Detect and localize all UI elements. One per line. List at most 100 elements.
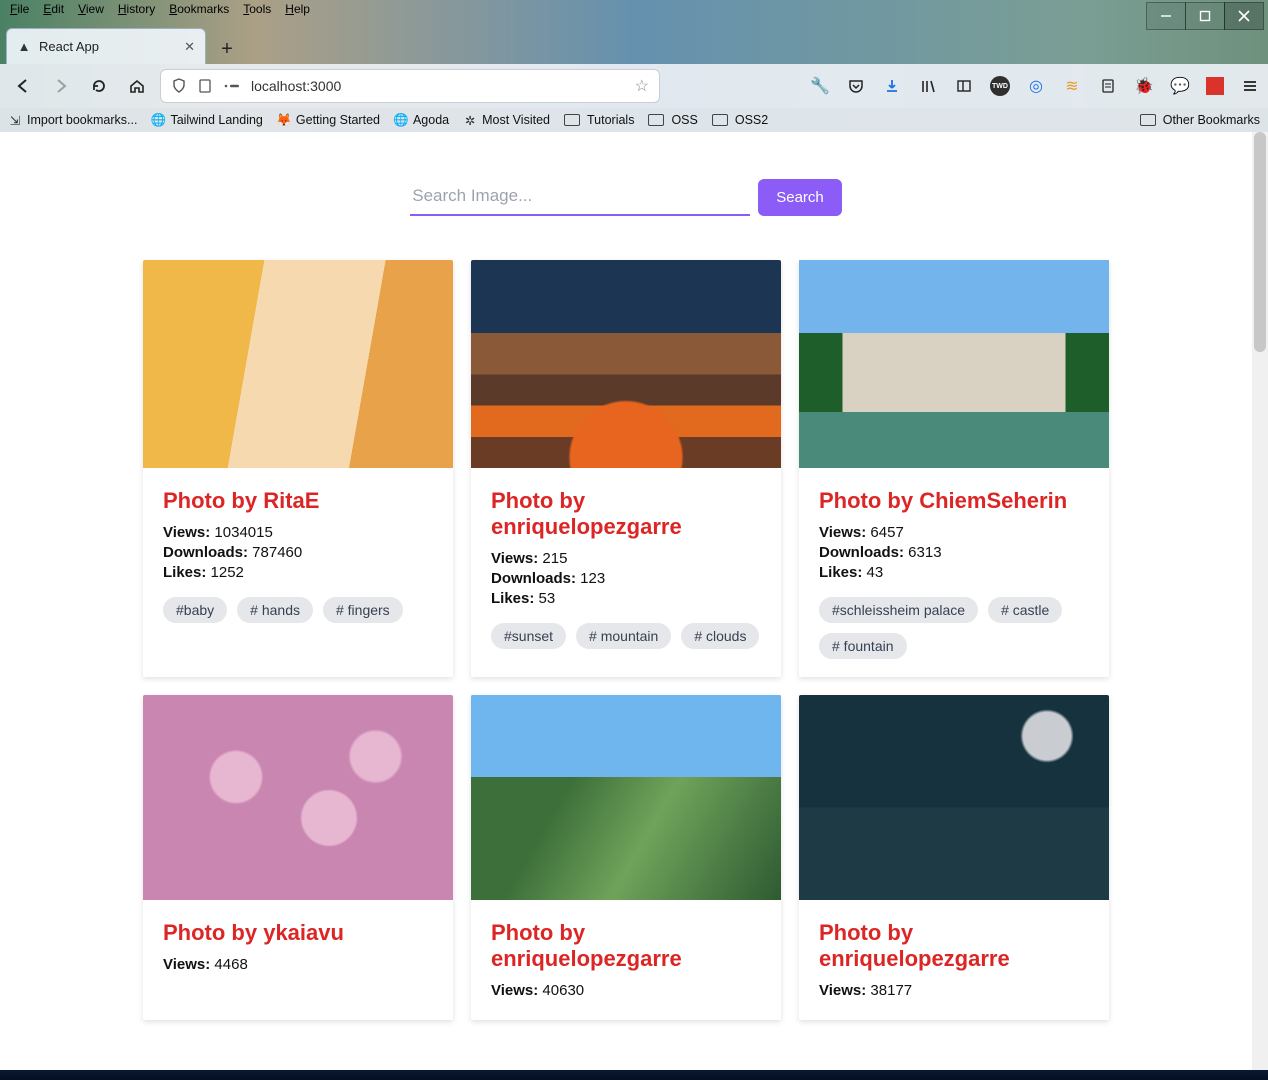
card-title[interactable]: Photo by RitaE — [163, 488, 433, 514]
library-icon[interactable] — [918, 76, 938, 96]
bm-folder-oss[interactable]: OSS — [648, 113, 697, 127]
card-thumbnail[interactable] — [471, 260, 781, 468]
toolbar-right: 🔧 TWD ◎ ≋ 🐞 💬 — [810, 76, 1260, 96]
search-bar: Search — [0, 178, 1252, 216]
tab-strip: ▲ React App ✕ + — [0, 18, 1268, 64]
card-downloads: Downloads: 123 — [491, 570, 761, 587]
reload-icon — [90, 77, 108, 95]
tag[interactable]: #schleissheim palace — [819, 597, 978, 623]
tab-title: React App — [39, 39, 99, 54]
menu-history[interactable]: History — [112, 1, 161, 17]
search-input[interactable] — [410, 178, 750, 216]
tag[interactable]: # hands — [237, 597, 313, 623]
card-thumbnail[interactable] — [143, 260, 453, 468]
bm-folder-oss2[interactable]: OSS2 — [712, 113, 768, 127]
card-title[interactable]: Photo by enriquelopezgarre — [491, 488, 761, 540]
card-title[interactable]: Photo by enriquelopezgarre — [819, 920, 1089, 972]
window-close-button[interactable] — [1224, 2, 1264, 30]
bm-label: Tutorials — [587, 113, 634, 127]
back-button[interactable] — [8, 71, 38, 101]
menu-bookmarks[interactable]: Bookmarks — [163, 1, 235, 17]
sidebar-icon[interactable] — [954, 76, 974, 96]
card-views: Views: 6457 — [819, 524, 1089, 541]
scrollbar-thumb[interactable] — [1254, 132, 1266, 352]
os-taskbar — [0, 1070, 1268, 1080]
card-downloads: Downloads: 787460 — [163, 544, 433, 561]
card-body: Photo by enriquelopezgarreViews: 38177 — [799, 900, 1109, 1020]
card-body: Photo by enriquelopezgarreViews: 40630 — [471, 900, 781, 1020]
address-bar[interactable]: localhost:3000 ☆ — [160, 69, 660, 103]
tag[interactable]: # fountain — [819, 633, 907, 659]
download-icon[interactable] — [882, 76, 902, 96]
window-controls — [1147, 2, 1264, 30]
tab-close-button[interactable]: ✕ — [184, 39, 195, 55]
card-thumbnail[interactable] — [471, 695, 781, 900]
tag[interactable]: # fingers — [323, 597, 403, 623]
tag[interactable]: #sunset — [491, 623, 566, 649]
hamburger-menu-button[interactable] — [1240, 76, 1260, 96]
import-icon: ⇲ — [8, 113, 22, 127]
notes-extension-icon[interactable] — [1098, 76, 1118, 96]
globe-icon: 🌐 — [151, 113, 165, 127]
arrow-left-icon — [14, 77, 32, 95]
tag[interactable]: # mountain — [576, 623, 671, 649]
image-grid: Photo by RitaEViews: 1034015Downloads: 7… — [0, 260, 1252, 1020]
menu-file[interactable]: File — [4, 1, 35, 17]
bm-most-visited[interactable]: ✲Most Visited — [463, 113, 550, 127]
card-thumbnail[interactable] — [799, 260, 1109, 468]
pocket-icon[interactable] — [846, 76, 866, 96]
bm-import[interactable]: ⇲ Import bookmarks... — [8, 113, 137, 127]
permissions-icon — [223, 79, 241, 93]
home-icon — [128, 77, 146, 95]
bm-label: Agoda — [413, 113, 449, 127]
page-scrollbar[interactable] — [1252, 132, 1268, 1080]
bm-other-bookmarks[interactable]: Other Bookmarks — [1140, 113, 1260, 127]
menu-edit[interactable]: Edit — [37, 1, 70, 17]
search-button[interactable]: Search — [758, 179, 842, 216]
close-icon — [1238, 10, 1250, 22]
red-extension-icon[interactable] — [1206, 77, 1224, 95]
reload-button[interactable] — [84, 71, 114, 101]
menu-view[interactable]: View — [72, 1, 110, 17]
bm-label: Getting Started — [296, 113, 380, 127]
image-card: Photo by RitaEViews: 1034015Downloads: 7… — [143, 260, 453, 677]
card-title[interactable]: Photo by ykaiavu — [163, 920, 433, 946]
twd-extension-icon[interactable]: TWD — [990, 76, 1010, 96]
tag[interactable]: #baby — [163, 597, 227, 623]
bug-extension-icon[interactable]: 🐞 — [1134, 76, 1154, 96]
new-tab-button[interactable]: + — [212, 34, 242, 64]
tab-react-app[interactable]: ▲ React App ✕ — [6, 28, 206, 64]
globe-icon: 🌐 — [394, 113, 408, 127]
forward-button[interactable] — [46, 71, 76, 101]
extension-blue-icon[interactable]: ◎ — [1026, 76, 1046, 96]
minimize-icon — [1160, 10, 1172, 22]
url-text: localhost:3000 — [251, 78, 341, 94]
home-button[interactable] — [122, 71, 152, 101]
bm-folder-tutorials[interactable]: Tutorials — [564, 113, 634, 127]
bm-label: Other Bookmarks — [1163, 113, 1260, 127]
bm-label: Import bookmarks... — [27, 113, 137, 127]
arrow-right-icon — [52, 77, 70, 95]
card-likes: Likes: 53 — [491, 590, 761, 607]
menu-help[interactable]: Help — [279, 1, 316, 17]
bm-tailwind[interactable]: 🌐Tailwind Landing — [151, 113, 262, 127]
wrench-icon[interactable]: 🔧 — [810, 76, 830, 96]
card-body: Photo by enriquelopezgarreViews: 215Down… — [471, 468, 781, 667]
image-card: Photo by enriquelopezgarreViews: 38177 — [799, 695, 1109, 1020]
bm-getting-started[interactable]: 🦊Getting Started — [277, 113, 380, 127]
card-thumbnail[interactable] — [799, 695, 1109, 900]
window-maximize-button[interactable] — [1185, 2, 1225, 30]
card-title[interactable]: Photo by ChiemSeherin — [819, 488, 1089, 514]
card-body: Photo by RitaEViews: 1034015Downloads: 7… — [143, 468, 453, 641]
window-minimize-button[interactable] — [1146, 2, 1186, 30]
card-thumbnail[interactable] — [143, 695, 453, 900]
chat-extension-icon[interactable]: 💬 — [1170, 76, 1190, 96]
bookmark-star-button[interactable]: ☆ — [635, 76, 649, 96]
menu-tools[interactable]: Tools — [237, 1, 277, 17]
tag[interactable]: # clouds — [681, 623, 759, 649]
bm-agoda[interactable]: 🌐 Agoda — [394, 113, 449, 127]
tag[interactable]: # castle — [988, 597, 1062, 623]
card-body: Photo by ykaiavuViews: 4468 — [143, 900, 453, 994]
extension-stripes-icon[interactable]: ≋ — [1062, 76, 1082, 96]
card-title[interactable]: Photo by enriquelopezgarre — [491, 920, 761, 972]
